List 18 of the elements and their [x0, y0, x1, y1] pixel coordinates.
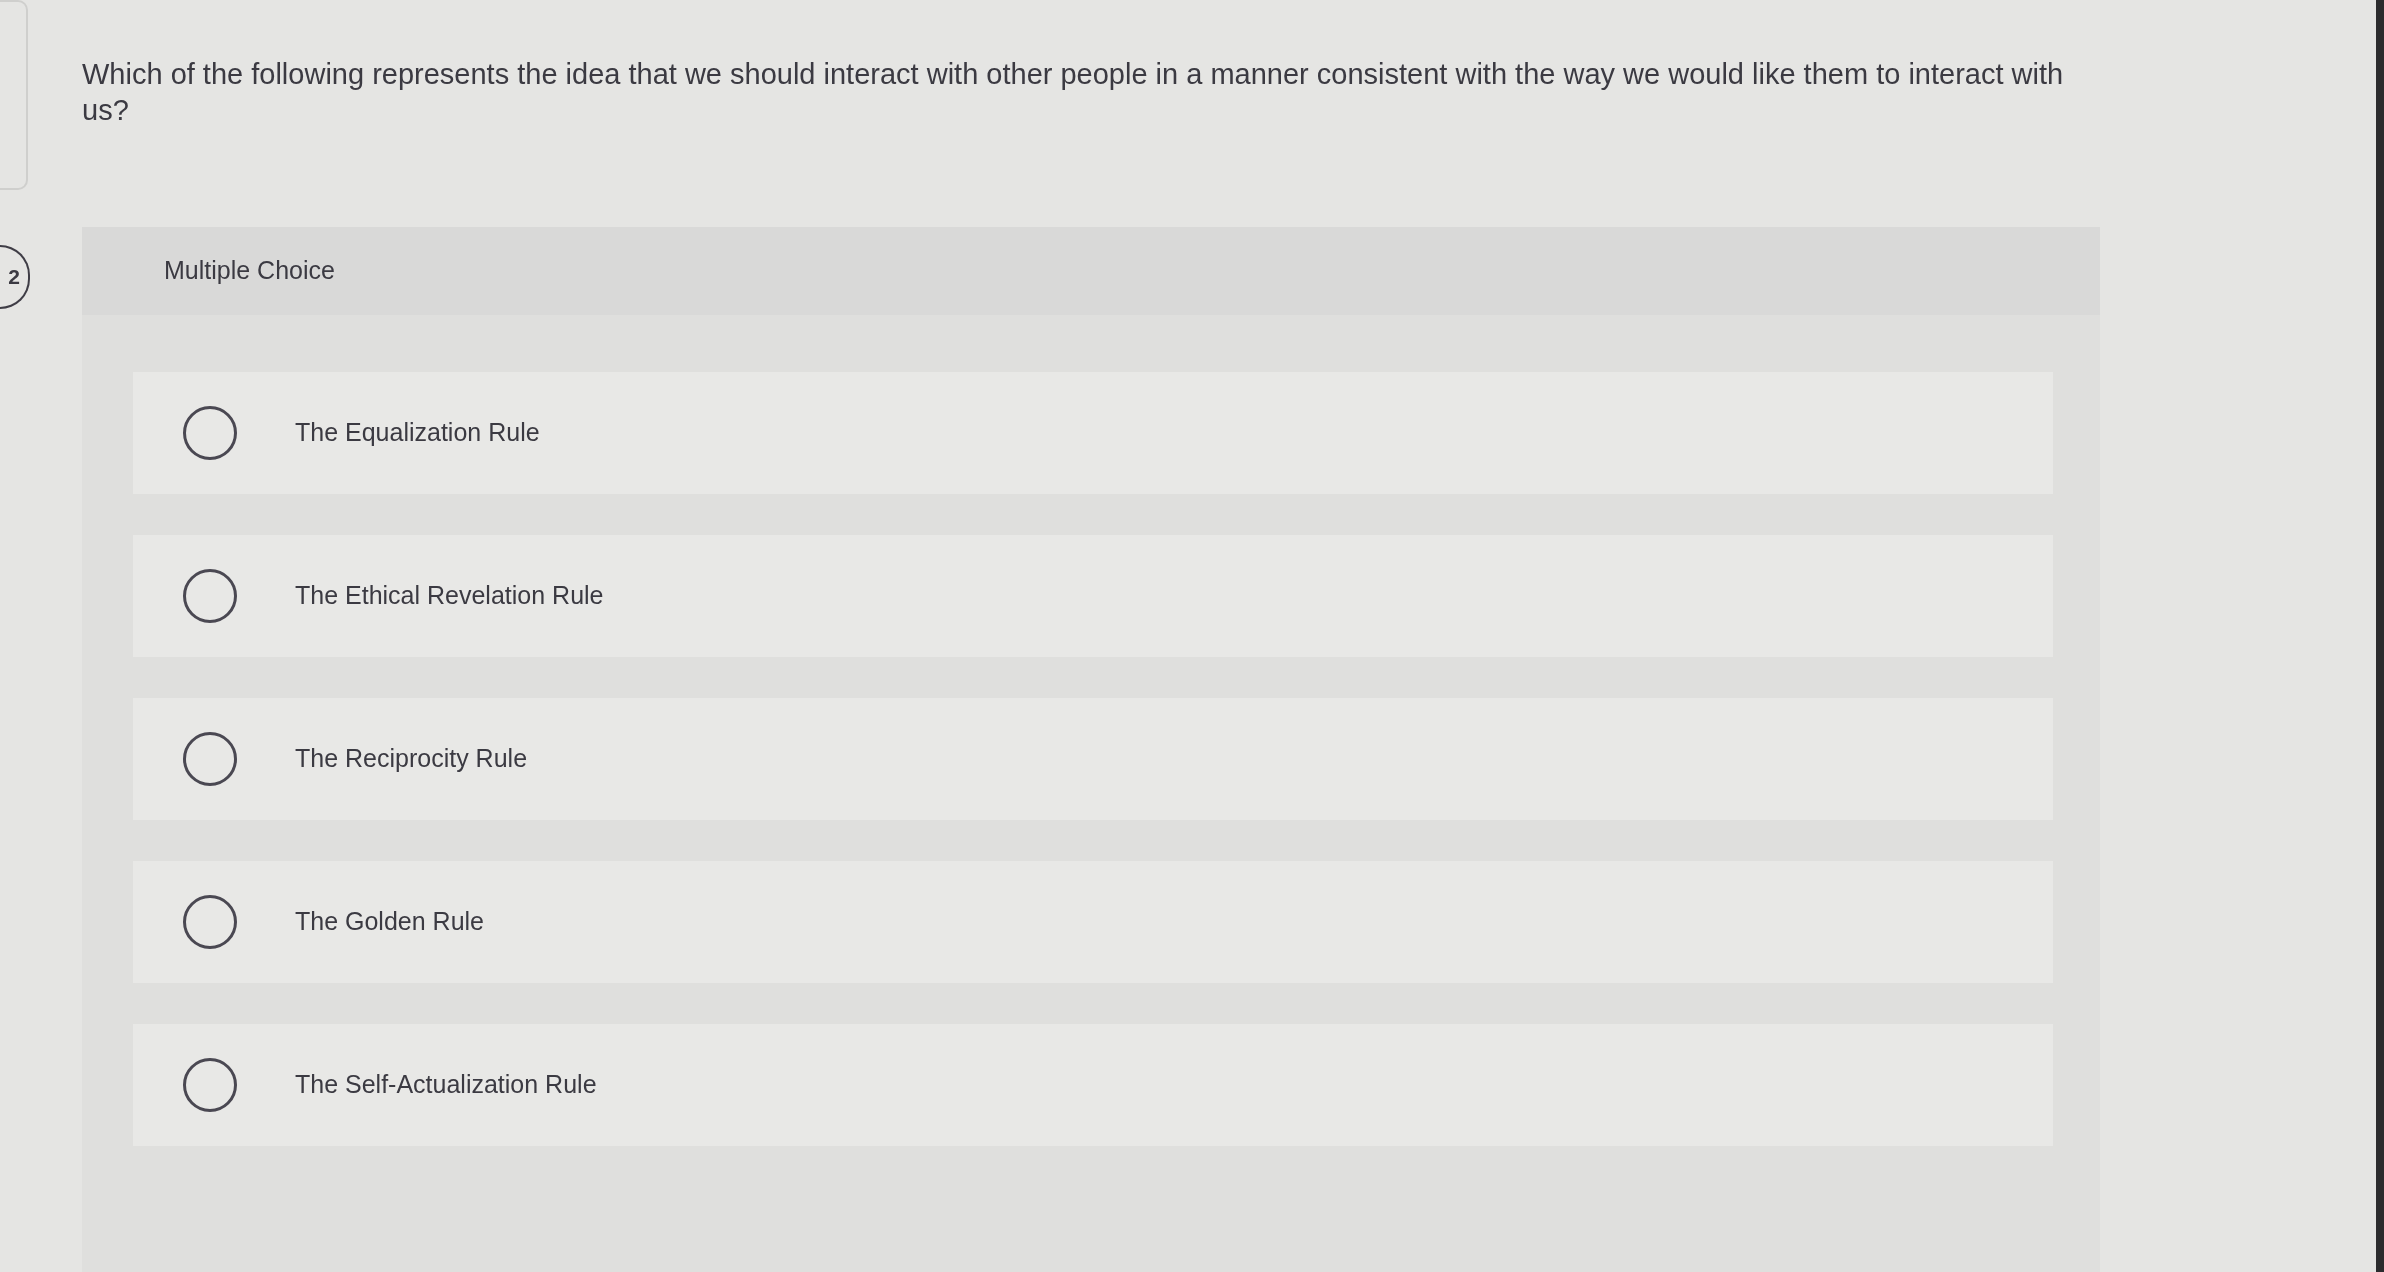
answer-option[interactable]: The Ethical Revelation Rule	[133, 535, 2053, 657]
radio-button[interactable]	[183, 732, 237, 786]
question-type-label: Multiple Choice	[164, 255, 335, 287]
option-label: The Ethical Revelation Rule	[295, 580, 604, 612]
answer-option[interactable]: The Self-Actualization Rule	[133, 1024, 2053, 1146]
option-label: The Golden Rule	[295, 906, 484, 938]
answer-option[interactable]: The Golden Rule	[133, 861, 2053, 983]
radio-button[interactable]	[183, 895, 237, 949]
option-label: The Equalization Rule	[295, 417, 540, 449]
radio-button[interactable]	[183, 406, 237, 460]
radio-button[interactable]	[183, 569, 237, 623]
option-label: The Self-Actualization Rule	[295, 1069, 597, 1101]
radio-button[interactable]	[183, 1058, 237, 1112]
answer-option[interactable]: The Reciprocity Rule	[133, 698, 2053, 820]
question-number: 2	[0, 245, 30, 309]
question-text: Which of the following represents the idea that we should interact with other people in a manner consistent with the way we would like them to interact with us?	[82, 57, 2065, 128]
answer-option[interactable]: The Equalization Rule	[133, 372, 2053, 494]
option-label: The Reciprocity Rule	[295, 743, 528, 775]
